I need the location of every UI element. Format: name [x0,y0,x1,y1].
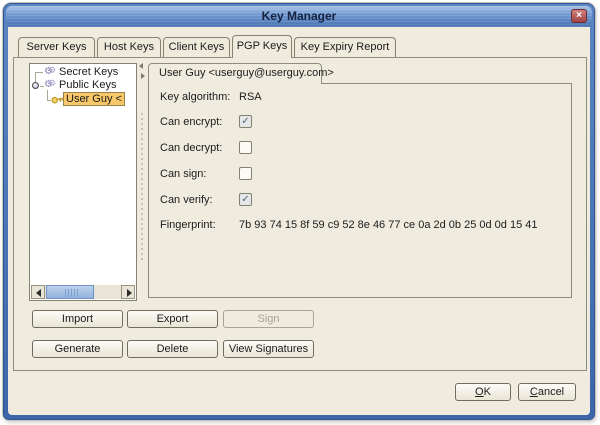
desktop: { "window": { "title": "Key Manager", "c… [0,0,600,425]
tree-item-user-guy[interactable]: User Guy < [63,92,125,106]
key-tree: ⚙⚙ Secret Keys ⚙⚙ Public Keys User Guy < [29,63,137,301]
pgp-keys-panel: ⚙⚙ Secret Keys ⚙⚙ Public Keys User Guy < [13,57,587,371]
button-label: C [530,386,538,398]
close-button[interactable]: × [571,9,587,23]
button-label: Sign [257,313,279,325]
tab-label: Key Expiry Report [301,41,390,53]
can-sign-checkbox[interactable] [239,167,252,180]
field-label: Can sign: [160,168,206,180]
tree-item-label: User Guy < [66,93,122,105]
window-title: Key Manager [262,9,337,23]
view-signatures-button[interactable]: View Signatures [223,340,314,358]
button-label: Export [157,313,189,325]
gears-icon: ⚙⚙ [44,79,57,91]
button-label: Delete [157,343,189,355]
tab-label: PGP Keys [237,40,288,52]
field-value: 7b 93 74 15 8f 59 c9 52 8e 46 77 ce 0a 2… [239,218,537,232]
tab-client-keys[interactable]: Client Keys [163,37,230,57]
field-label: Can decrypt: [160,142,222,154]
sign-button[interactable]: Sign [223,310,314,328]
arrow-left-icon [36,289,41,297]
field-can-encrypt: Can encrypt: ✓ [160,115,567,131]
field-label: Can encrypt: [160,116,222,128]
titlebar[interactable]: Key Manager × [6,6,592,26]
tab-key-expiry-report[interactable]: Key Expiry Report [294,37,396,57]
tree-item-secret-keys[interactable]: Secret Keys [59,66,118,79]
tree-expand-handle[interactable] [32,82,39,89]
field-key-algorithm: Key algorithm: RSA [160,90,567,106]
field-can-decrypt: Can decrypt: [160,141,567,157]
check-icon: ✓ [241,194,249,205]
tab-pgp-keys[interactable]: PGP Keys [232,35,292,58]
key-detail-tab[interactable]: User Guy <userguy@userguy.com> [148,63,322,84]
scroll-right-button[interactable] [121,285,135,299]
delete-button[interactable]: Delete [127,340,218,358]
button-label: ancel [538,386,564,398]
split-divider[interactable] [138,58,147,302]
key-manager-window: Key Manager × Server Keys Host Keys Clie… [3,3,595,420]
arrow-right-icon [127,289,132,297]
button-label: Generate [55,343,101,355]
button-label: O [475,386,484,398]
field-label: Can verify: [160,194,213,206]
scroll-left-button[interactable] [31,285,45,299]
field-label: Fingerprint: [160,219,216,231]
import-button[interactable]: Import [32,310,123,328]
cancel-button[interactable]: Cancel [518,383,576,401]
can-decrypt-checkbox[interactable] [239,141,252,154]
tree-item-label: Public Keys [59,79,116,91]
key-detail-panel: Key algorithm: RSA Can encrypt: ✓ Can de… [148,83,572,298]
close-icon: × [576,10,582,21]
button-label: K [484,386,491,398]
key-detail-tab-label: User Guy <userguy@userguy.com> [159,67,334,79]
can-verify-checkbox[interactable]: ✓ [239,193,252,206]
field-fingerprint: Fingerprint: 7b 93 74 15 8f 59 c9 52 8e … [160,218,567,234]
tab-label: Host Keys [104,41,154,53]
collapse-left-icon[interactable] [139,63,143,69]
expand-right-icon[interactable] [141,73,145,79]
tree-item-public-keys[interactable]: Public Keys [59,79,116,92]
tree-item-label: Secret Keys [59,66,118,78]
generate-button[interactable]: Generate [32,340,123,358]
tree-horizontal-scrollbar[interactable] [31,285,135,299]
field-value: RSA [239,90,262,104]
divider-texture [141,113,143,263]
ok-button[interactable]: OK [455,383,511,401]
scrollbar-grip [65,289,78,297]
check-icon: ✓ [241,116,249,127]
tab-host-keys[interactable]: Host Keys [97,37,161,57]
dialog-content: Server Keys Host Keys Client Keys PGP Ke… [8,27,590,415]
scrollbar-thumb[interactable] [46,285,94,299]
can-encrypt-checkbox[interactable]: ✓ [239,115,252,128]
tree-line [35,72,43,73]
tab-label: Client Keys [169,41,225,53]
field-can-verify: Can verify: ✓ [160,193,567,209]
export-button[interactable]: Export [127,310,218,328]
field-label: Key algorithm: [160,91,230,103]
button-label: View Signatures [229,343,308,355]
field-can-sign: Can sign: [160,167,567,183]
tab-label: Server Keys [27,41,87,53]
button-label: Import [62,313,93,325]
tab-server-keys[interactable]: Server Keys [18,37,95,57]
